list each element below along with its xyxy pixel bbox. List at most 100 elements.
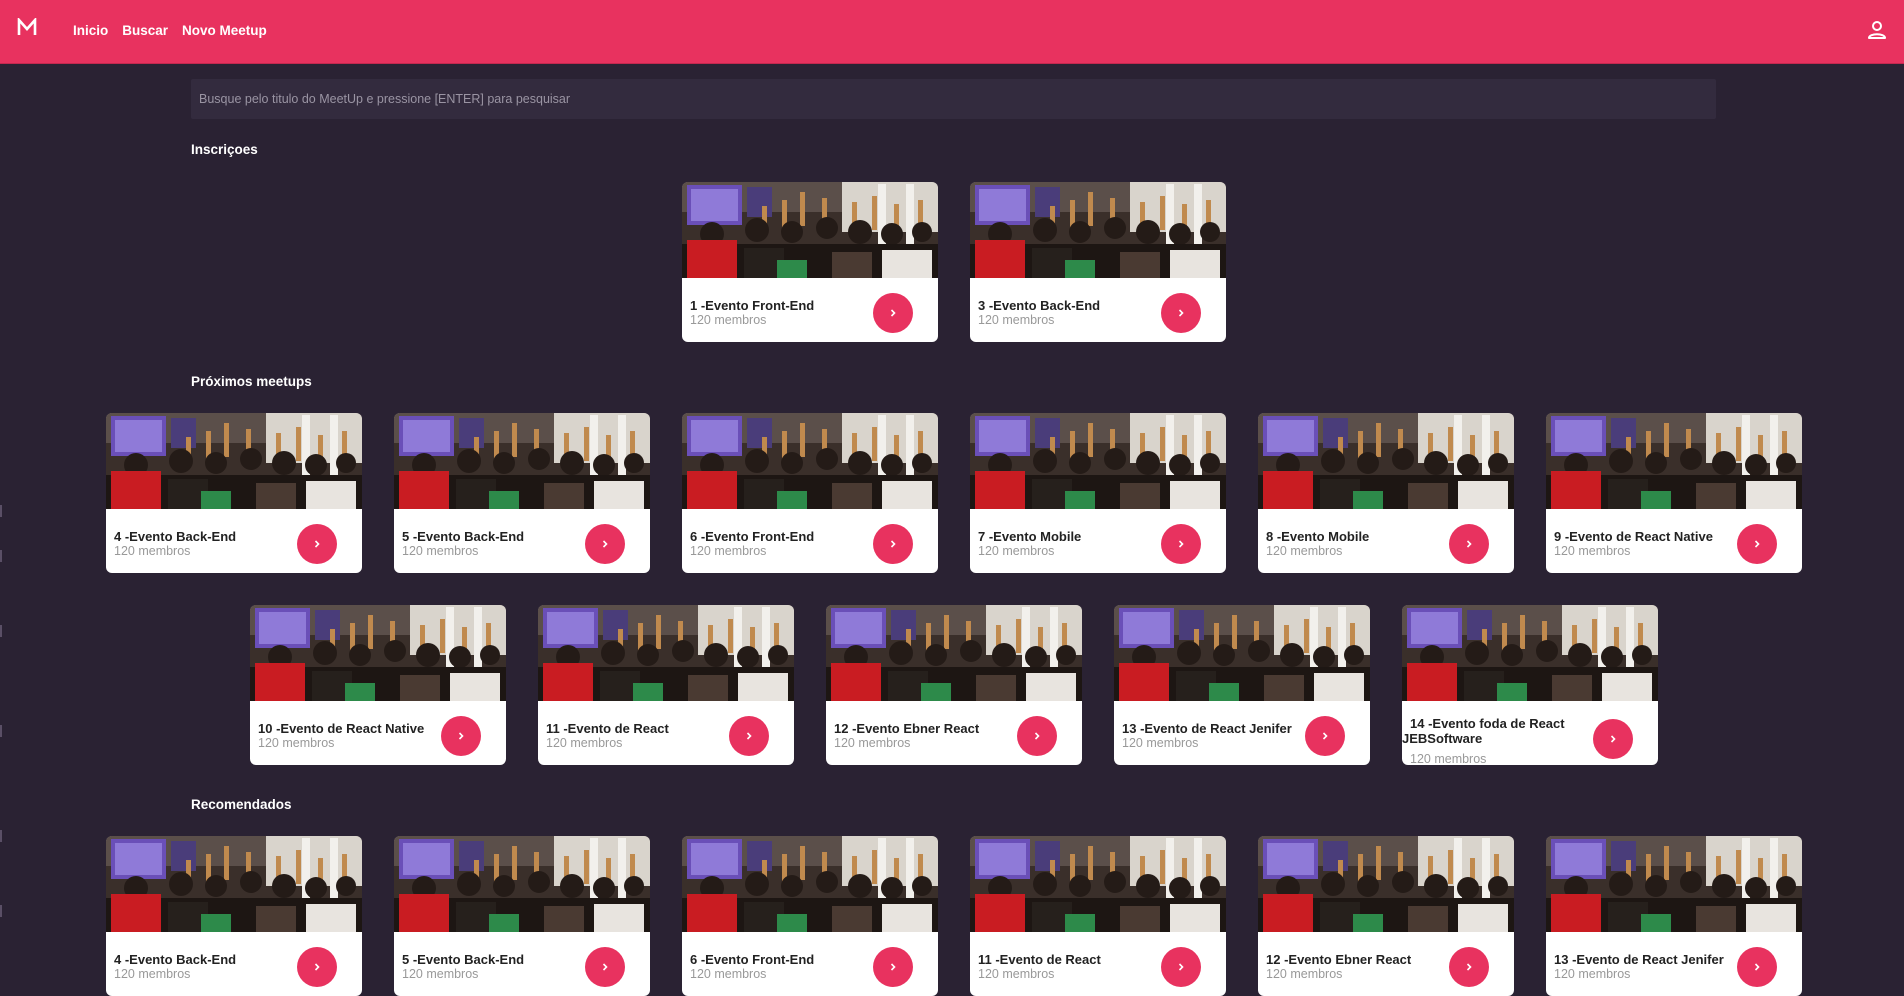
- event-photo: [250, 605, 506, 701]
- chevron-right-icon: [1178, 540, 1184, 548]
- meetup-card[interactable]: 11 -Evento de React 120 membros: [970, 836, 1226, 996]
- chevron-right-icon: [314, 963, 320, 971]
- meetup-card[interactable]: 5 -Evento Back-End 120 membros: [394, 413, 650, 573]
- event-photo: [970, 413, 1226, 509]
- section-title-inscricoes: Inscriçoes: [191, 142, 258, 157]
- meetup-card[interactable]: 10 -Evento de React Native 120 membros: [250, 605, 506, 765]
- open-meetup-button[interactable]: [1449, 947, 1489, 987]
- edge-mark: [0, 625, 2, 637]
- meetup-card[interactable]: 6 -Evento Front-End 120 membros: [682, 413, 938, 573]
- card-members: 120 membros: [1122, 736, 1199, 750]
- open-meetup-button[interactable]: [1737, 947, 1777, 987]
- card-members: 120 membros: [834, 736, 911, 750]
- chevron-right-icon: [890, 309, 896, 317]
- card-title: 6 -Evento Front-End: [690, 952, 815, 967]
- meetup-card[interactable]: 12 -Evento Ebner React 120 membros: [826, 605, 1082, 765]
- chevron-right-icon: [746, 732, 752, 740]
- card-title: 11 -Evento de React: [978, 952, 1101, 967]
- meetup-card[interactable]: 11 -Evento de React 120 membros: [538, 605, 794, 765]
- card-members: 120 membros: [1266, 544, 1343, 558]
- meetup-card[interactable]: 4 -Evento Back-End 120 membros: [106, 836, 362, 996]
- card-title: 10 -Evento de React Native: [258, 721, 425, 736]
- card-members: 120 membros: [978, 544, 1055, 558]
- nav-buscar[interactable]: Buscar: [122, 23, 168, 38]
- edge-mark: [0, 725, 2, 737]
- meetup-card[interactable]: 8 -Evento Mobile 120 membros: [1258, 413, 1514, 573]
- nav-novo-meetup[interactable]: Novo Meetup: [182, 23, 267, 38]
- chevron-right-icon: [602, 963, 608, 971]
- edge-mark: [0, 550, 2, 562]
- meetup-card[interactable]: 7 -Evento Mobile 120 membros: [970, 413, 1226, 573]
- event-photo: [106, 413, 362, 509]
- card-title: 8 -Evento Mobile: [1266, 529, 1370, 544]
- event-photo: [1402, 605, 1658, 701]
- section-title-proximos: Próximos meetups: [191, 374, 312, 389]
- open-meetup-button[interactable]: [1017, 716, 1057, 756]
- card-title: 14 -Evento foda de React JEBSoftware: [1402, 716, 1565, 746]
- chevron-right-icon: [890, 540, 896, 548]
- edge-mark: [0, 905, 2, 917]
- open-meetup-button[interactable]: [1161, 524, 1201, 564]
- open-meetup-button[interactable]: [873, 947, 913, 987]
- card-members: 120 membros: [402, 967, 479, 981]
- event-photo: [1546, 836, 1802, 932]
- open-meetup-button[interactable]: [1161, 947, 1201, 987]
- open-meetup-button[interactable]: [1161, 293, 1201, 333]
- card-members: 120 membros: [978, 967, 1055, 981]
- event-photo: [1258, 413, 1514, 509]
- meetup-card[interactable]: 13 -Evento de React Jenifer 120 membros: [1114, 605, 1370, 765]
- open-meetup-button[interactable]: [441, 716, 481, 756]
- meetup-card[interactable]: 14 -Evento foda de React JEBSoftware 120…: [1402, 605, 1658, 765]
- card-title: 7 -Evento Mobile: [978, 529, 1082, 544]
- meetup-card[interactable]: 9 -Evento de React Native 120 membros: [1546, 413, 1802, 573]
- open-meetup-button[interactable]: [585, 524, 625, 564]
- meetup-card[interactable]: 4 -Evento Back-End 120 membros: [106, 413, 362, 573]
- search-input[interactable]: [191, 79, 1716, 119]
- open-meetup-button[interactable]: [873, 524, 913, 564]
- card-members: 120 membros: [690, 313, 767, 327]
- card-title: 11 -Evento de React: [546, 721, 669, 736]
- card-title: 4 -Evento Back-End: [114, 529, 237, 544]
- meetup-card[interactable]: 6 -Evento Front-End 120 membros: [682, 836, 938, 996]
- m-logo-icon[interactable]: [16, 16, 38, 38]
- section-title-recomendados: Recomendados: [191, 797, 292, 812]
- chevron-right-icon: [1754, 963, 1760, 971]
- open-meetup-button[interactable]: [1593, 719, 1633, 759]
- open-meetup-button[interactable]: [873, 293, 913, 333]
- card-members: 120 membros: [114, 967, 191, 981]
- event-photo: [826, 605, 1082, 701]
- meetup-card[interactable]: 5 -Evento Back-End 120 membros: [394, 836, 650, 996]
- card-members: 120 membros: [1266, 967, 1343, 981]
- chevron-right-icon: [1034, 732, 1040, 740]
- event-photo: [106, 836, 362, 932]
- open-meetup-button[interactable]: [1449, 524, 1489, 564]
- card-title: 4 -Evento Back-End: [114, 952, 237, 967]
- open-meetup-button[interactable]: [729, 716, 769, 756]
- event-photo: [394, 836, 650, 932]
- chevron-right-icon: [1178, 309, 1184, 317]
- card-members: 120 membros: [402, 544, 479, 558]
- card-title: 6 -Evento Front-End: [690, 529, 815, 544]
- event-photo: [1114, 605, 1370, 701]
- meetup-card[interactable]: 1 -Evento Front-End 120 membros: [682, 182, 938, 342]
- chevron-right-icon: [1754, 540, 1760, 548]
- chevron-right-icon: [1322, 732, 1328, 740]
- chevron-right-icon: [314, 540, 320, 548]
- card-title: 12 -Evento Ebner React: [1266, 952, 1412, 967]
- card-title: 1 -Evento Front-End: [690, 298, 815, 313]
- meetup-card[interactable]: 13 -Evento de React Jenifer 120 membros: [1546, 836, 1802, 996]
- open-meetup-button[interactable]: [297, 524, 337, 564]
- event-photo: [970, 182, 1226, 278]
- event-photo: [1546, 413, 1802, 509]
- chevron-right-icon: [1466, 963, 1472, 971]
- meetup-card[interactable]: 3 -Evento Back-End 120 membros: [970, 182, 1226, 342]
- user-icon[interactable]: [1866, 19, 1888, 41]
- nav-inicio[interactable]: Inicio: [73, 23, 108, 38]
- open-meetup-button[interactable]: [1305, 716, 1345, 756]
- main-nav: Inicio Buscar Novo Meetup: [73, 23, 267, 38]
- open-meetup-button[interactable]: [297, 947, 337, 987]
- open-meetup-button[interactable]: [585, 947, 625, 987]
- open-meetup-button[interactable]: [1737, 524, 1777, 564]
- meetup-card[interactable]: 12 -Evento Ebner React 120 membros: [1258, 836, 1514, 996]
- event-photo: [970, 836, 1226, 932]
